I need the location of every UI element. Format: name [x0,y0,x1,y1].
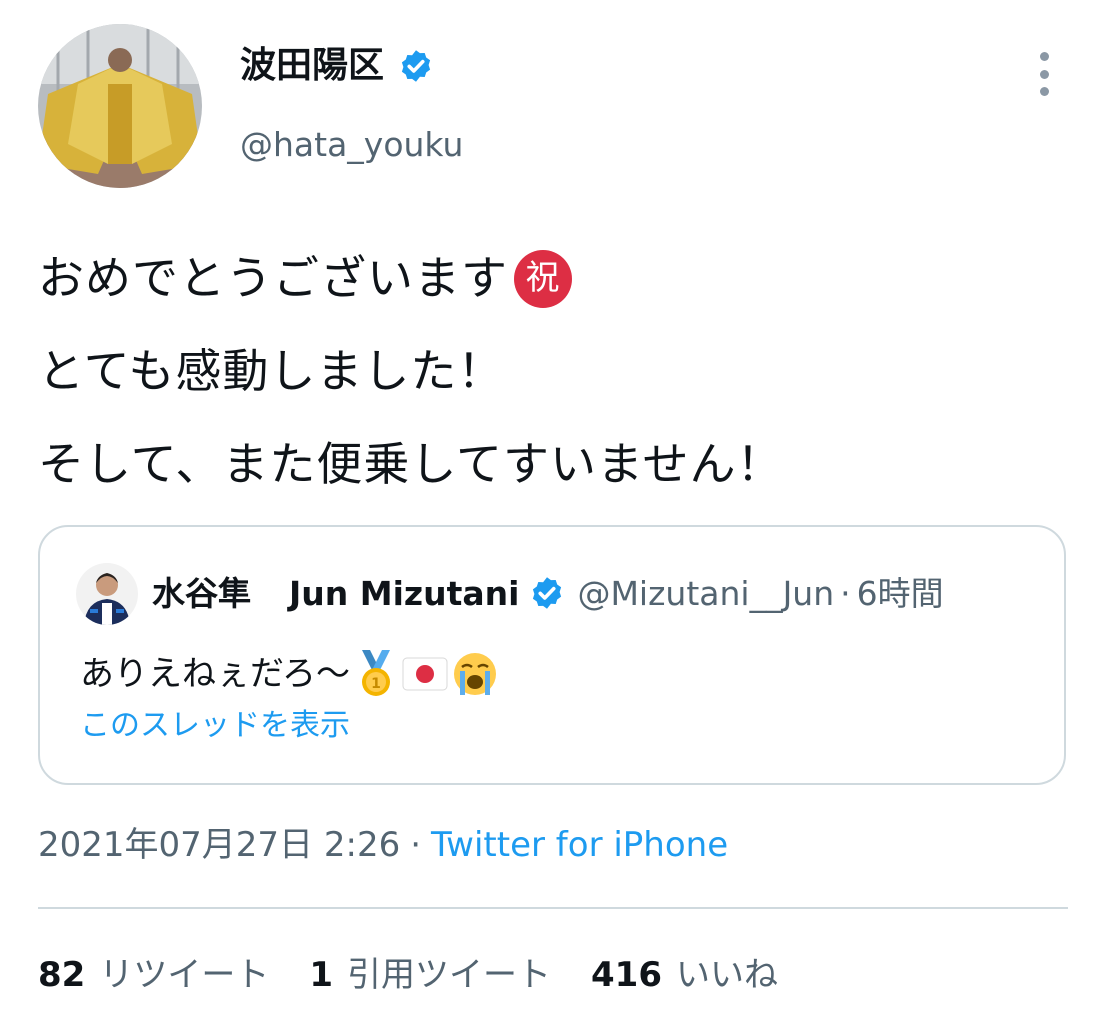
tweet-line-3: そして、また便乗してすいません！ [38,437,784,491]
retweet-count: 82 [38,955,86,995]
quote-tweet-label: 引用ツイート [347,955,551,995]
quoted-display-name-en: Jun Mizutani [289,573,520,613]
quoted-time: 6時間 [856,573,944,613]
quote-tweets-stat[interactable]: 1 引用ツイート [309,958,551,992]
tweet-source-link[interactable]: Twitter for iPhone [431,828,728,862]
like-label: いいね [675,955,778,995]
quoted-tweet-text: ありえねぇだろ〜 1 [80,649,498,699]
tweet-stats: 82 リツイート 1 引用ツイート 416 いいね [38,958,818,992]
tweet-meta: 2021年07月27日 2:26 · Twitter for iPhone [38,828,728,862]
quoted-display-name-jp: 水谷隼 [152,573,251,613]
gold-medal-icon: 1 [361,650,390,696]
quoted-author-avatar [76,563,138,625]
separator-dot: · [410,825,422,865]
tweet-timestamp[interactable]: 2021年07月27日 2:26 [38,828,400,862]
tweet-line-1: おめでとうございます 祝 [38,232,784,325]
retweets-stat[interactable]: 82 リツイート [38,958,269,992]
like-count: 416 [591,955,662,995]
svg-text:1: 1 [371,676,381,692]
tweet-body: おめでとうございます 祝 とても感動しました！ そして、また便乗してすいません！ [38,232,784,511]
author-avatar[interactable] [38,24,202,188]
likes-stat[interactable]: 416 いいね [591,958,778,992]
japan-flag-icon [402,657,448,691]
divider [38,907,1068,909]
iwai-emoji-icon: 祝 [514,249,572,308]
author-handle[interactable]: @hata_youku [240,128,463,161]
retweet-label: リツイート [99,955,270,995]
more-options-icon[interactable] [1024,52,1064,96]
tweet-line-2: とても感動しました！ [38,344,505,398]
show-thread-link[interactable]: このスレッドを表示 [80,711,350,741]
tweet-line-text: おめでとうございます [38,251,508,305]
verified-badge-icon [401,50,431,82]
quoted-handle: @Mizutani__Jun [577,573,835,613]
separator-dot: · [840,573,851,613]
author-display-name[interactable]: 波田陽区 [240,48,434,84]
crying-face-icon [453,653,496,695]
verified-badge-icon [533,577,562,609]
quoted-text-content: ありえねぇだろ〜 [80,654,350,694]
quote-tweet-count: 1 [309,955,333,995]
quoted-tweet-header: 水谷隼 Jun Mizutani @Mizutani__Jun · 6時間 [152,575,944,611]
quoted-tweet-card[interactable]: 水谷隼 Jun Mizutani @Mizutani__Jun · 6時間 あり… [38,525,1066,785]
author-name-text: 波田陽区 [240,45,385,86]
